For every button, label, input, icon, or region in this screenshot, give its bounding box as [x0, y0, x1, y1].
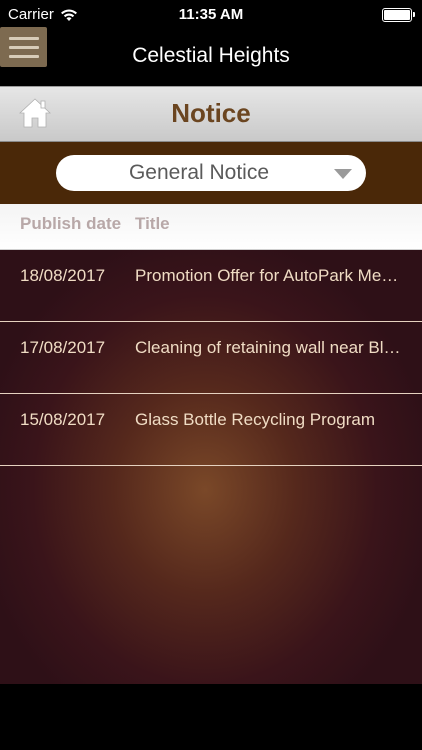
row-title: Cleaning of retaining wall near Block — [135, 338, 405, 357]
table-row[interactable]: 17/08/2017 Cleaning of retaining wall ne… — [0, 322, 422, 394]
battery-icon — [382, 8, 415, 22]
row-date: 18/08/2017 — [20, 266, 106, 285]
caret-down-icon — [334, 169, 352, 179]
row-date: 17/08/2017 — [20, 338, 106, 357]
app-title: Celestial Heights — [132, 44, 290, 67]
row-title: Glass Bottle Recycling Program — [135, 410, 375, 429]
status-time: 11:35 AM — [178, 6, 244, 23]
bottom-bar — [0, 684, 422, 750]
table-row[interactable]: 15/08/2017 Glass Bottle Recycling Progra… — [0, 394, 422, 466]
filter-strip: General Notice — [0, 142, 422, 204]
notice-type-dropdown[interactable]: General Notice — [56, 155, 366, 191]
row-date: 15/08/2017 — [20, 410, 106, 429]
table-header: Publish date Title — [0, 204, 422, 250]
notice-list: 18/08/2017 Promotion Offer for AutoPark … — [0, 250, 422, 684]
status-bar: Carrier 11:35 AM — [0, 0, 422, 30]
column-header-date: Publish date — [20, 214, 122, 233]
page-title: Notice — [171, 98, 251, 128]
row-title: Promotion Offer for AutoPark Members — [135, 266, 405, 285]
column-header-title: Title — [135, 214, 170, 233]
page-header: Notice — [0, 86, 422, 142]
menu-line — [8, 36, 39, 40]
table-row[interactable]: 18/08/2017 Promotion Offer for AutoPark … — [0, 250, 422, 322]
dropdown-selected: General Notice — [128, 161, 270, 184]
